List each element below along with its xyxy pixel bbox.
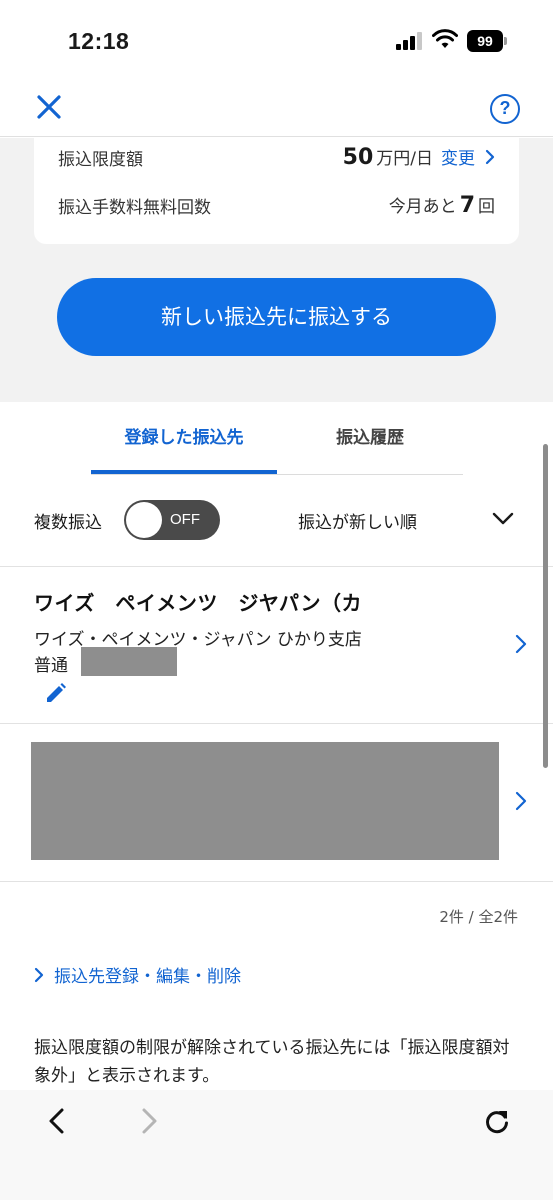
change-limit-link[interactable]: 変更 <box>441 144 495 169</box>
forward-icon[interactable] <box>136 1106 162 1136</box>
close-icon <box>37 95 61 119</box>
status-time: 12:18 <box>68 28 130 54</box>
status-bar: 12:18 99 <box>0 0 553 82</box>
multi-transfer-toggle[interactable]: OFF <box>124 500 220 540</box>
tab-transfer-history[interactable]: 振込履歴 <box>277 402 463 474</box>
redacted-payee-info <box>31 742 499 860</box>
close-button[interactable] <box>32 90 66 124</box>
change-limit-label: 変更 <box>441 149 475 169</box>
signal-icon <box>396 32 422 50</box>
daily-limit-label: 振込限度額 <box>58 149 143 170</box>
limit-note: 振込限度額の制限が解除されている振込先には「振込限度額対象外」と表示されます。 <box>34 1038 510 1086</box>
free-fee-label: 振込手数料無料回数 <box>58 197 211 218</box>
chevron-down-icon <box>492 512 514 525</box>
back-icon[interactable] <box>44 1106 70 1136</box>
payee-account-type: 普通 <box>34 656 68 676</box>
daily-limit-row: 振込限度額 50 万円/日 変更 <box>58 142 495 172</box>
toggle-state: OFF <box>170 511 200 528</box>
redacted-account-number <box>81 647 177 676</box>
wifi-icon <box>432 29 458 48</box>
sort-select[interactable]: 振込が新しい順 <box>298 500 520 540</box>
scrollbar[interactable] <box>543 444 548 768</box>
chevron-right-icon <box>34 967 44 982</box>
free-fee-count: 7 <box>459 193 475 218</box>
list-controls: 複数振込 OFF 振込が新しい順 <box>0 490 553 552</box>
payee-name: ワイズ ペイメンツ ジヤパン（カ <box>34 591 362 615</box>
limit-card: 振込限度額 50 万円/日 変更 振込手数料無料回数 今月あと 7 回 <box>34 138 519 244</box>
battery-level: 99 <box>467 30 503 52</box>
payee-list-item[interactable]: ワイズ ペイメンツ ジヤパン（カ ワイズ・ペイメンツ・ジャパン ひかり支店 普通 <box>0 567 553 723</box>
daily-limit-amount: 50 <box>342 145 374 170</box>
app-header: ? <box>0 82 553 137</box>
chevron-right-icon <box>515 634 527 654</box>
free-fee-row: 振込手数料無料回数 今月あと 7 回 <box>58 190 495 220</box>
free-fee-value: 今月あと 7 回 <box>389 192 495 218</box>
payee-management-label: 振込先登録・編集・削除 <box>54 967 241 987</box>
help-button[interactable]: ? <box>490 94 520 124</box>
multi-transfer-label: 複数振込 <box>34 513 102 533</box>
daily-limit-unit: 万円/日 <box>376 149 433 169</box>
reload-icon[interactable] <box>482 1106 512 1136</box>
payee-list-item[interactable] <box>0 724 553 881</box>
transfer-summary-area: 振込限度額 50 万円/日 変更 振込手数料無料回数 今月あと 7 回 新しい振… <box>0 138 553 402</box>
free-fee-unit: 回 <box>478 197 495 217</box>
payee-management-link[interactable]: 振込先登録・編集・削除 <box>34 962 241 987</box>
chevron-right-icon <box>515 791 527 811</box>
result-count: 2件 / 全2件 <box>439 908 518 926</box>
tab-registered-payees[interactable]: 登録した振込先 <box>91 402 277 474</box>
sort-label: 振込が新しい順 <box>298 513 417 533</box>
free-fee-prefix: 今月あと <box>388 197 457 217</box>
toggle-knob <box>126 502 162 538</box>
daily-limit-value: 50 万円/日 変更 <box>340 144 495 170</box>
chevron-right-icon <box>485 149 495 164</box>
divider <box>0 881 553 882</box>
tab-bar: 登録した振込先 振込履歴 <box>91 402 463 475</box>
pencil-icon[interactable] <box>44 681 68 705</box>
battery-icon: 99 <box>467 30 507 52</box>
new-transfer-button[interactable]: 新しい振込先に振込する <box>57 278 496 356</box>
browser-toolbar <box>0 1090 553 1200</box>
